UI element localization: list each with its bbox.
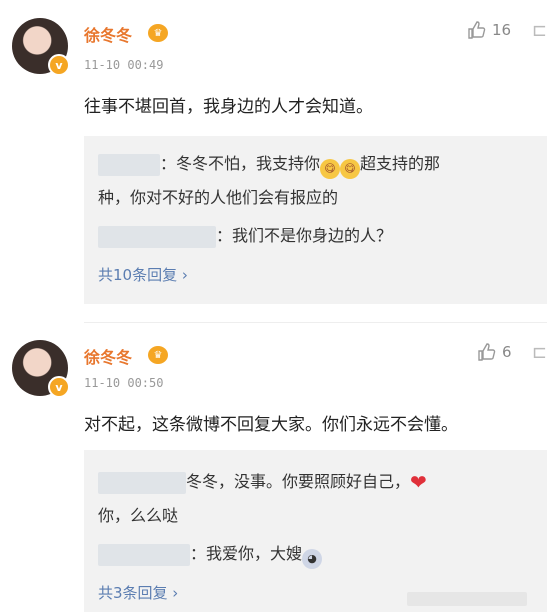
verified-badge-icon: v	[48, 376, 70, 398]
reply-1-cont: 你，么么哒	[98, 506, 179, 525]
username[interactable]: 徐冬冬	[84, 22, 132, 46]
emoji-icon: ◕	[302, 549, 323, 569]
crown-icon: ♛	[148, 24, 168, 42]
thumbs-up-icon	[478, 343, 496, 361]
divider	[84, 322, 547, 323]
comment-text: 往事不堪回首，我身边的人才会知道。	[84, 97, 373, 117]
like-count: 16	[492, 21, 512, 39]
like-button[interactable]: 6	[476, 342, 512, 362]
blurred-username[interactable]	[98, 471, 186, 494]
verified-badge-icon: v	[48, 54, 70, 76]
like-count: 6	[502, 343, 512, 361]
like-button[interactable]: 16	[466, 20, 511, 40]
watermark	[407, 592, 527, 606]
username[interactable]: 徐冬冬	[84, 344, 132, 368]
comment-time: 11-10 00:49	[84, 58, 164, 72]
comment-text: 对不起，这条微博不回复大家。你们永远不会懂。	[84, 415, 458, 435]
reply-1-cont: 种，你对不好的人他们会有报应的	[98, 188, 339, 207]
avatar[interactable]: v	[12, 340, 70, 398]
heart-icon: ❤	[410, 470, 427, 494]
reply-2: ：我爱你，大嫂 ◕	[98, 540, 323, 569]
avatar[interactable]: v	[12, 18, 70, 76]
emoji-icon: 😋	[320, 159, 341, 179]
more-replies-link[interactable]: 共10条回复 ›	[98, 264, 188, 285]
crown-icon: ♛	[148, 346, 168, 364]
blurred-username[interactable]	[98, 153, 160, 176]
reply-box: 冬冬，没事。你要照顾好自己，❤ 你，么么哒 ：我爱你，大嫂 ◕ 共3条回复 ›	[84, 450, 547, 612]
reply-box: ：冬冬不怕，我支持你 😋 😋 超支持的那 种，你对不好的人他们会有报应的 ：我们不是你…	[84, 136, 547, 304]
reply-1: 冬冬，没事。你要照顾好自己，❤	[98, 468, 427, 494]
emoji-icon: 😋	[340, 159, 361, 179]
reply-2: ：我们不是你身边的人？	[98, 222, 392, 248]
reply-icon[interactable]: ⊏	[532, 20, 547, 41]
blurred-username[interactable]	[98, 225, 216, 248]
reply-icon[interactable]: ⊏	[532, 342, 547, 363]
blurred-username[interactable]	[98, 543, 190, 566]
comment-1: v 徐冬冬 ♛ 11-10 00:49 16 ⊏ 往事不堪回首，我身边的人才会知…	[0, 0, 547, 320]
more-replies-link[interactable]: 共3条回复 ›	[98, 582, 178, 603]
comment-time: 11-10 00:50	[84, 376, 164, 390]
comment-2: v 徐冬冬 ♛ 11-10 00:50 6 ⊏ 对不起，这条微博不回复大家。你们…	[0, 330, 547, 612]
thumbs-up-icon	[468, 21, 486, 39]
reply-1: ：冬冬不怕，我支持你 😋 😋 超支持的那	[98, 150, 440, 179]
